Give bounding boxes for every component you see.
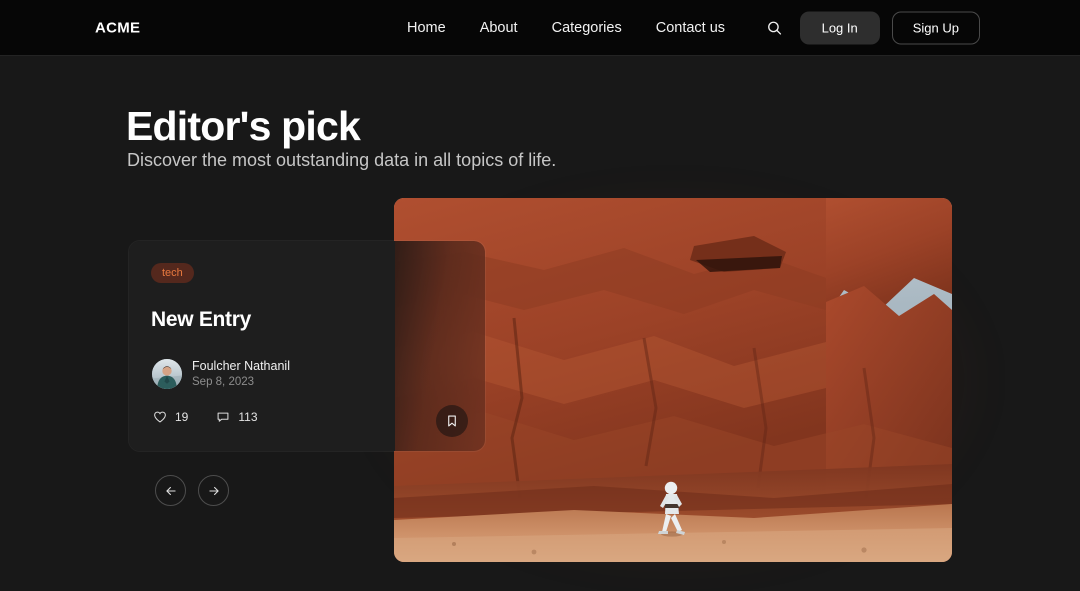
nav-link-home[interactable]: Home <box>390 14 463 42</box>
signup-button[interactable]: Sign Up <box>891 11 980 44</box>
arrow-left-icon <box>165 486 176 495</box>
comments-stat[interactable]: 113 <box>216 410 258 424</box>
nav-links: Home About Categories Contact us <box>390 14 742 42</box>
arrow-right-icon <box>208 486 219 495</box>
author-row: Foulcher Nathanil Sep 8, 2023 <box>152 358 290 390</box>
comment-icon <box>217 412 229 422</box>
nav-link-about[interactable]: About <box>463 14 535 42</box>
author-name: Foulcher Nathanil <box>192 359 290 373</box>
card-stats: 19 113 <box>153 410 258 424</box>
avatar-portrait <box>152 359 182 390</box>
brand-logo[interactable]: ACME <box>95 19 140 36</box>
comments-count: 113 <box>238 410 258 424</box>
nav-link-contact-us[interactable]: Contact us <box>639 14 742 42</box>
publish-date: Sep 8, 2023 <box>192 376 255 389</box>
avatar[interactable] <box>152 359 182 390</box>
page-root: ACME Home About Categories Contact us Lo… <box>0 0 1080 591</box>
carousel-prev-button[interactable] <box>155 475 186 506</box>
likes-stat[interactable]: 19 <box>153 410 188 424</box>
bookmark-button[interactable] <box>436 405 468 437</box>
nav-actions: Log In Sign Up <box>762 11 980 44</box>
page-subtitle: Discover the most outstanding data in al… <box>127 150 557 170</box>
search-icon[interactable] <box>762 15 788 41</box>
likes-count: 19 <box>175 410 189 424</box>
carousel-controls <box>155 475 229 506</box>
category-badge[interactable]: tech <box>151 263 194 283</box>
search-icon-glyph <box>768 21 782 35</box>
card-title: New Entry <box>151 308 251 331</box>
page-title: Editor's pick <box>126 103 361 149</box>
carousel-next-button[interactable] <box>198 475 229 506</box>
featured-article-card[interactable]: tech New Entry Foulcher Nathanil Sep 8, … <box>128 240 486 452</box>
top-navbar: ACME Home About Categories Contact us Lo… <box>0 0 1080 56</box>
heart-icon <box>154 411 166 423</box>
author-meta: Foulcher Nathanil Sep 8, 2023 <box>192 358 290 390</box>
bookmark-icon <box>448 415 456 427</box>
nav-link-categories[interactable]: Categories <box>535 14 639 42</box>
card-content: tech New Entry Foulcher Nathanil Sep 8, … <box>129 241 485 451</box>
login-button[interactable]: Log In <box>799 11 880 44</box>
